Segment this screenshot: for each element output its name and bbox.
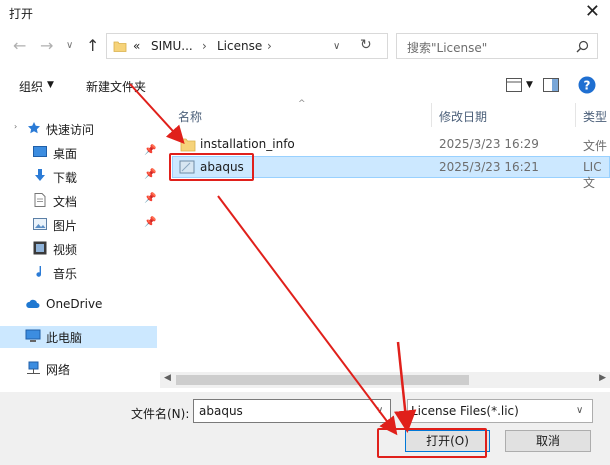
organize-dropdown-icon[interactable]: ▼ [47, 80, 54, 90]
cancel-button[interactable]: 取消 [505, 430, 591, 452]
organize-button[interactable]: 组织 [19, 78, 43, 95]
filetype-value: License Files(*.lic) [411, 404, 519, 418]
forward-arrow-icon[interactable]: → [40, 36, 53, 55]
sidebar-item-this-pc[interactable]: 此电脑 [0, 326, 157, 348]
pin-icon[interactable]: 📌 [144, 169, 156, 180]
pin-icon[interactable]: 📌 [144, 145, 156, 156]
preview-pane-icon[interactable] [543, 78, 559, 92]
video-icon [33, 241, 47, 255]
filetype-dropdown-icon[interactable]: ∨ [576, 405, 583, 416]
sidebar-item-documents[interactable]: 文档 📌 [0, 190, 157, 212]
sidebar-item-network[interactable]: 网络 [0, 358, 157, 380]
breadcrumb-overflow[interactable]: « [133, 39, 140, 53]
new-folder-button[interactable]: 新建文件夹 [86, 78, 146, 95]
address-bar[interactable]: « SIMU... › License › ∨ ↻ [106, 33, 388, 59]
file-type: LIC 文 [583, 160, 602, 190]
sort-caret-icon: ^ [298, 99, 306, 109]
scroll-left-icon[interactable]: ◀ [164, 373, 171, 383]
window-title: 打开 [9, 7, 34, 21]
breadcrumb-license[interactable]: License [217, 39, 262, 53]
help-icon[interactable]: ? [578, 76, 596, 94]
scrollbar-thumb[interactable] [176, 375, 469, 385]
filename-value: abaqus [199, 404, 243, 418]
document-icon [34, 193, 46, 207]
network-icon [27, 361, 40, 374]
pin-icon[interactable]: 📌 [144, 217, 156, 228]
filename-input[interactable]: abaqus ∨ [193, 399, 391, 423]
scroll-right-icon[interactable]: ▶ [599, 373, 606, 383]
close-icon[interactable]: ✕ [585, 1, 600, 22]
column-divider[interactable] [575, 103, 576, 127]
breadcrumb-separator-icon: › [267, 39, 272, 53]
search-box[interactable]: 搜索"License" [396, 33, 598, 59]
column-headers: 名称 ^ 修改日期 类型 [172, 99, 610, 127]
svg-text:?: ? [584, 79, 591, 93]
cloud-icon [26, 299, 40, 308]
back-arrow-icon[interactable]: ← [13, 36, 26, 55]
search-icon[interactable] [576, 40, 589, 53]
dropdown-chevron-icon[interactable]: ∨ [333, 41, 340, 52]
download-icon [35, 169, 45, 181]
computer-icon [25, 329, 41, 342]
search-input[interactable]: 搜索"License" [407, 39, 487, 56]
navigation-pane: › 快速访问 桌面 📌 下载 📌 文档 📌 图片 📌 视频 音乐 OneDriv… [0, 108, 157, 390]
column-divider[interactable] [431, 103, 432, 127]
desktop-icon [33, 146, 47, 157]
refresh-icon[interactable]: ↻ [360, 37, 372, 53]
folder-icon [113, 41, 127, 52]
star-icon [28, 122, 40, 134]
pin-icon[interactable]: 📌 [144, 193, 156, 204]
file-date: 2025/3/23 16:21 [439, 160, 539, 174]
column-header-date[interactable]: 修改日期 [439, 108, 487, 125]
sidebar-item-downloads[interactable]: 下载 📌 [0, 166, 157, 188]
command-toolbar: 组织 ▼ 新建文件夹 ▼ ? [0, 72, 610, 100]
recent-chevron-icon[interactable]: ∨ [66, 40, 73, 51]
highlight-box-file [169, 153, 254, 181]
filename-label: 文件名(N): [131, 407, 190, 421]
view-dropdown-icon[interactable]: ▼ [526, 80, 533, 90]
sidebar-item-music[interactable]: 音乐 [0, 262, 157, 284]
breadcrumb-separator-icon: › [202, 39, 207, 53]
column-header-name[interactable]: 名称 [178, 108, 202, 125]
expand-chevron-icon[interactable]: › [14, 122, 17, 131]
sidebar-item-videos[interactable]: 视频 [0, 238, 157, 260]
title-bar: 打开 ✕ [0, 0, 610, 26]
horizontal-scrollbar[interactable]: ◀ ▶ [160, 372, 610, 388]
navigation-bar: ← → ∨ ↑ « SIMU... › License › ∨ ↻ 搜索"Lic… [0, 30, 610, 64]
file-name: installation_info [200, 137, 295, 151]
picture-icon [33, 218, 47, 230]
music-icon [36, 266, 42, 277]
sidebar-item-onedrive[interactable]: OneDrive [0, 294, 157, 316]
file-date: 2025/3/23 16:29 [439, 137, 539, 151]
column-header-type[interactable]: 类型 [583, 108, 607, 125]
sidebar-item-pictures[interactable]: 图片 📌 [0, 214, 157, 236]
sidebar-item-quick-access[interactable]: › 快速访问 [0, 118, 157, 140]
view-options-icon[interactable] [506, 78, 522, 92]
folder-icon [180, 138, 196, 152]
breadcrumb-simu[interactable]: SIMU... [151, 39, 193, 53]
highlight-box-open [377, 428, 487, 458]
up-arrow-icon[interactable]: ↑ [86, 36, 99, 55]
dialog-footer: 文件名(N): abaqus ∨ License Files(*.lic) ∨ … [0, 392, 610, 465]
filename-dropdown-icon[interactable]: ∨ [376, 405, 383, 416]
sidebar-item-desktop[interactable]: 桌面 📌 [0, 142, 157, 164]
filetype-select[interactable]: License Files(*.lic) ∨ [407, 399, 593, 423]
